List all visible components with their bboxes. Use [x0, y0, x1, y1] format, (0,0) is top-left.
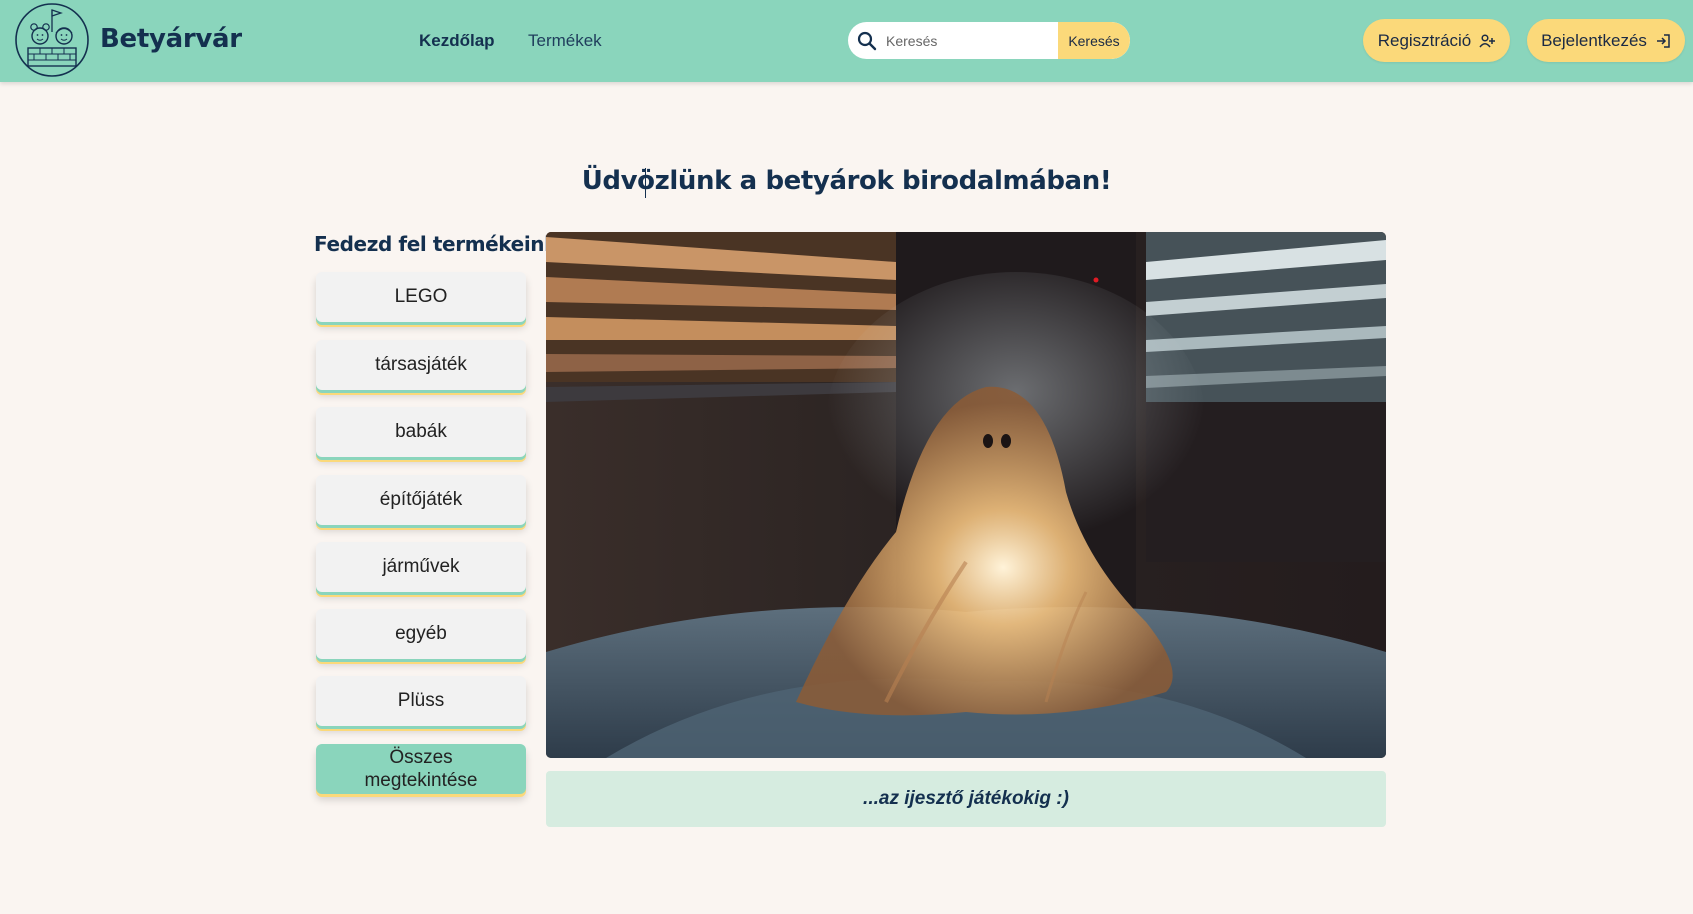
category-button-lego[interactable]: LEGO — [316, 272, 526, 322]
text-cursor — [645, 168, 646, 198]
search-input[interactable] — [886, 22, 1066, 59]
search-form: Keresés — [848, 22, 1130, 59]
ghost-photo-icon — [546, 232, 1386, 758]
sign-in-icon — [1656, 33, 1670, 48]
add-user-icon — [1479, 33, 1496, 47]
sidebar-title: Fedezd fel termékeinket — [314, 232, 579, 256]
hero-image — [546, 232, 1386, 758]
category-button-building-toys[interactable]: építőjáték — [316, 475, 526, 525]
navbar: Betyárvár Kezdőlap Termékek Keresés Regi… — [0, 0, 1693, 82]
register-button[interactable]: Regisztráció — [1363, 19, 1510, 62]
login-button[interactable]: Bejelentkezés — [1527, 19, 1685, 62]
view-all-line2: megtekintése — [364, 770, 478, 791]
category-button-board-games[interactable]: társasjáték — [316, 340, 526, 390]
register-label: Regisztráció — [1377, 30, 1472, 50]
login-label: Bejelentkezés — [1541, 30, 1647, 50]
category-button-other[interactable]: egyéb — [316, 609, 526, 659]
category-button-plush[interactable]: Plüss — [316, 676, 526, 726]
view-all-line1: Összes — [389, 747, 453, 768]
view-all-button[interactable]: Összes megtekintése — [316, 744, 526, 794]
hero-caption: ...az ijesztő játékokig :) — [546, 771, 1386, 827]
nav-link-home[interactable]: Kezdőlap — [419, 31, 495, 51]
nav-link-products[interactable]: Termékek — [528, 31, 602, 51]
category-button-dolls[interactable]: babák — [316, 407, 526, 457]
category-button-vehicles[interactable]: járművek — [316, 542, 526, 592]
brand-name[interactable]: Betyárvár — [100, 24, 242, 54]
castle-kids-logo-icon[interactable] — [14, 2, 90, 78]
search-icon — [848, 22, 886, 59]
search-button[interactable]: Keresés — [1058, 22, 1130, 59]
welcome-title: Üdvözlünk a betyárok birodalmában! — [581, 166, 1112, 196]
